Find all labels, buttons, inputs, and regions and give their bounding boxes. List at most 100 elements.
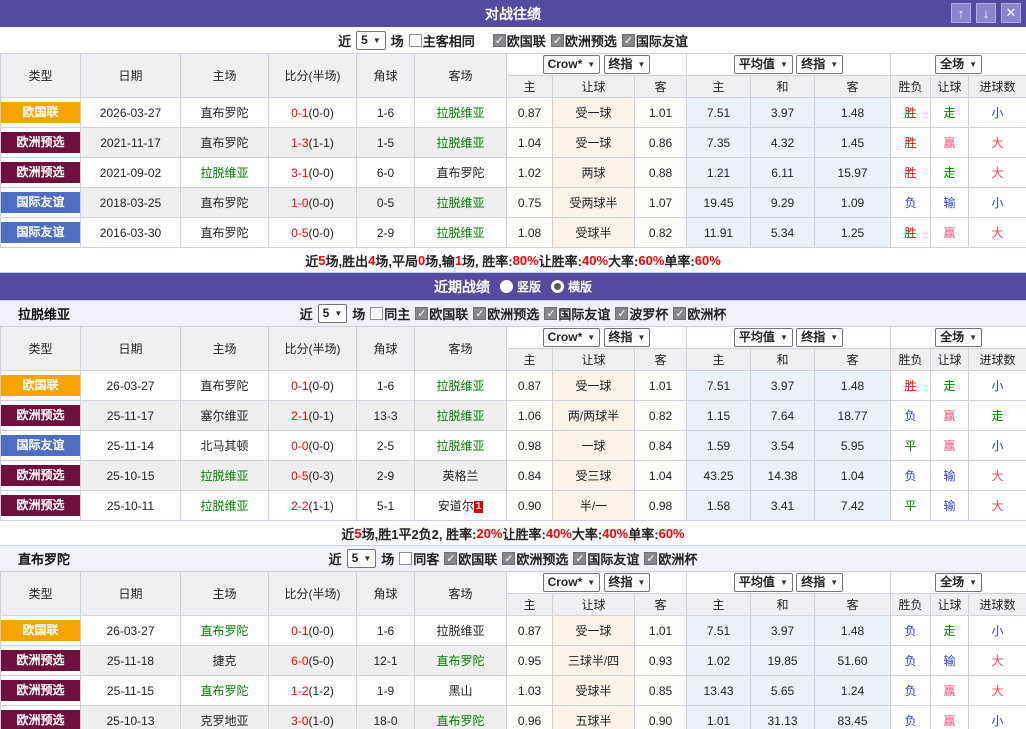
sub-header-home-odds: 主 (506, 348, 553, 371)
filter-checkbox-nations-league[interactable]: 欧国联 (492, 31, 546, 50)
chevron-down-icon: ▼ (372, 35, 381, 45)
cell-corners: 5-1 (356, 490, 415, 521)
cell-home-odds: 1.02 (506, 157, 553, 188)
win-draw-loss-result: 负 (904, 684, 917, 698)
match-count-select[interactable]: 5 ▼ (317, 304, 348, 323)
filter-checkbox-baltic-cup[interactable]: 波罗杯 (615, 304, 668, 323)
move-up-button[interactable]: ↑ (951, 3, 971, 23)
radio-label: 横版 (568, 280, 593, 294)
scope-select[interactable]: 全场 ▼ (935, 328, 983, 347)
final-odds-select[interactable]: 终指 ▼ (796, 55, 844, 74)
filter-checkbox-nations-league[interactable]: 欧国联 (444, 549, 497, 568)
average-select[interactable]: 平均值 ▼ (733, 573, 793, 592)
checkbox-icon[interactable] (492, 33, 506, 47)
chevron-down-icon: ▼ (587, 578, 596, 587)
cell-avg-draw: 3.97 (750, 370, 816, 401)
avg-away-odds: 1.24 (840, 683, 865, 698)
odds-source-select[interactable]: Crow* ▼ (542, 328, 601, 347)
move-down-button[interactable]: ↓ (976, 3, 996, 23)
cell-avg-away: 1.09 (814, 187, 892, 218)
checkbox-icon[interactable] (621, 33, 635, 47)
cell-result: 胜 (890, 217, 932, 248)
cell-home-team: 拉脱维亚 (180, 460, 269, 491)
cell-result: 负 (890, 460, 932, 491)
filter-checkbox-same-away[interactable]: 同客 (399, 549, 439, 568)
layout-radio-vertical[interactable]: 竖版 (499, 278, 541, 295)
checkbox-icon[interactable] (408, 33, 422, 47)
cell-corners: 2-9 (356, 460, 415, 491)
checkbox-icon[interactable] (502, 552, 516, 565)
final-odds-select[interactable]: 终指 ▼ (603, 55, 651, 74)
avg-draw-odds: 3.97 (770, 105, 795, 120)
match-date: 25-10-11 (106, 498, 155, 513)
radio-icon[interactable] (499, 280, 513, 293)
checkbox-icon[interactable] (473, 307, 487, 320)
close-button[interactable]: ✕ (1001, 3, 1021, 23)
checkbox-icon[interactable] (550, 33, 564, 47)
checkbox-icon[interactable] (615, 307, 629, 320)
checkbox-label: 欧国联 (429, 307, 469, 322)
checkbox-icon[interactable] (444, 552, 458, 565)
cell-home-team: 直布罗陀 (180, 217, 269, 248)
avg-home-odds: 43.25 (703, 468, 734, 483)
layout-radio-horizontal[interactable]: 横版 (551, 278, 592, 295)
cell-avg-home: 1.59 (686, 430, 752, 461)
recent-results-title: 近期战绩 (433, 278, 490, 295)
filter-checkbox-friendly[interactable]: 国际友谊 (621, 31, 688, 50)
team-name: 黑山 (448, 684, 473, 698)
games-label: 场 (381, 552, 395, 567)
checkbox-label: 欧洲预选 (516, 552, 569, 567)
final-odds-select[interactable]: 终指 ▼ (603, 573, 651, 592)
match-count-select[interactable]: 5 ▼ (356, 30, 386, 50)
filter-checkbox-euro-qualifier[interactable]: 欧洲预选 (550, 31, 617, 50)
filter-checkbox-friendly[interactable]: 国际友谊 (544, 304, 610, 323)
full-time-score: 2-2 (291, 498, 309, 513)
cell-goals-result: 大 (968, 127, 1026, 158)
filter-checkbox-same-venue[interactable]: 主客相同 (408, 31, 475, 50)
checkbox-label: 欧洲预选 (564, 33, 617, 49)
full-time-score: 0-1 (291, 378, 309, 393)
final-odds-select[interactable]: 终指 ▼ (603, 328, 651, 347)
filter-checkbox-euro-cup[interactable]: 欧洲杯 (644, 549, 697, 568)
sub-header-avg-home: 主 (686, 75, 752, 98)
checkbox-icon[interactable] (415, 307, 429, 320)
filter-checkbox-same-home[interactable]: 同主 (370, 304, 410, 323)
average-select[interactable]: 平均值 ▼ (733, 328, 793, 347)
cell-avg-away: 18.77 (814, 400, 892, 431)
cell-avg-away: 83.45 (814, 705, 892, 729)
final-odds-select[interactable]: 终指 ▼ (796, 573, 844, 592)
team-name: 直布罗陀 (200, 136, 249, 150)
team-name: 克罗地亚 (200, 714, 249, 728)
radio-icon[interactable] (551, 280, 564, 293)
cell-avg-home: 11.91 (686, 217, 752, 248)
col-header-score: 比分(半场) (268, 326, 357, 371)
checkbox-icon[interactable] (399, 552, 413, 565)
filter-checkbox-nations-league[interactable]: 欧国联 (415, 304, 468, 323)
filter-checkbox-euro-qualifier[interactable]: 欧洲预选 (473, 304, 539, 323)
checkbox-icon[interactable] (573, 552, 587, 565)
match-count-select[interactable]: 5 ▼ (346, 549, 377, 568)
home-odds: 0.90 (517, 498, 542, 513)
away-odds: 0.88 (648, 165, 673, 180)
cell-date: 25-10-15 (80, 460, 181, 491)
checkbox-icon[interactable] (544, 307, 558, 320)
filter-checkbox-friendly[interactable]: 国际友谊 (573, 549, 639, 568)
half-time-score: (0-0) (308, 623, 334, 638)
checkbox-icon[interactable] (644, 552, 658, 565)
checkbox-icon[interactable] (673, 307, 687, 320)
sub-header-handicap: 让球 (552, 75, 635, 98)
away-odds: 1.04 (648, 468, 673, 483)
cell-score: 2-1(0-1) (268, 400, 357, 431)
filter-checkbox-euro-cup[interactable]: 欧洲杯 (673, 304, 726, 323)
cell-goals-result: 大 (968, 645, 1026, 676)
checkbox-icon[interactable] (370, 307, 384, 320)
odds-source-select[interactable]: Crow* ▼ (542, 573, 601, 592)
odds-source-select[interactable]: Crow* ▼ (542, 55, 601, 74)
filter-checkbox-euro-qualifier[interactable]: 欧洲预选 (502, 549, 568, 568)
average-select[interactable]: 平均值 ▼ (733, 55, 793, 74)
cell-result: 胜 (890, 97, 932, 128)
checkbox-label: 国际友谊 (558, 307, 611, 322)
final-odds-select[interactable]: 终指 ▼ (796, 328, 844, 347)
scope-select[interactable]: 全场 ▼ (935, 573, 983, 592)
scope-select[interactable]: 全场 ▼ (935, 55, 983, 74)
